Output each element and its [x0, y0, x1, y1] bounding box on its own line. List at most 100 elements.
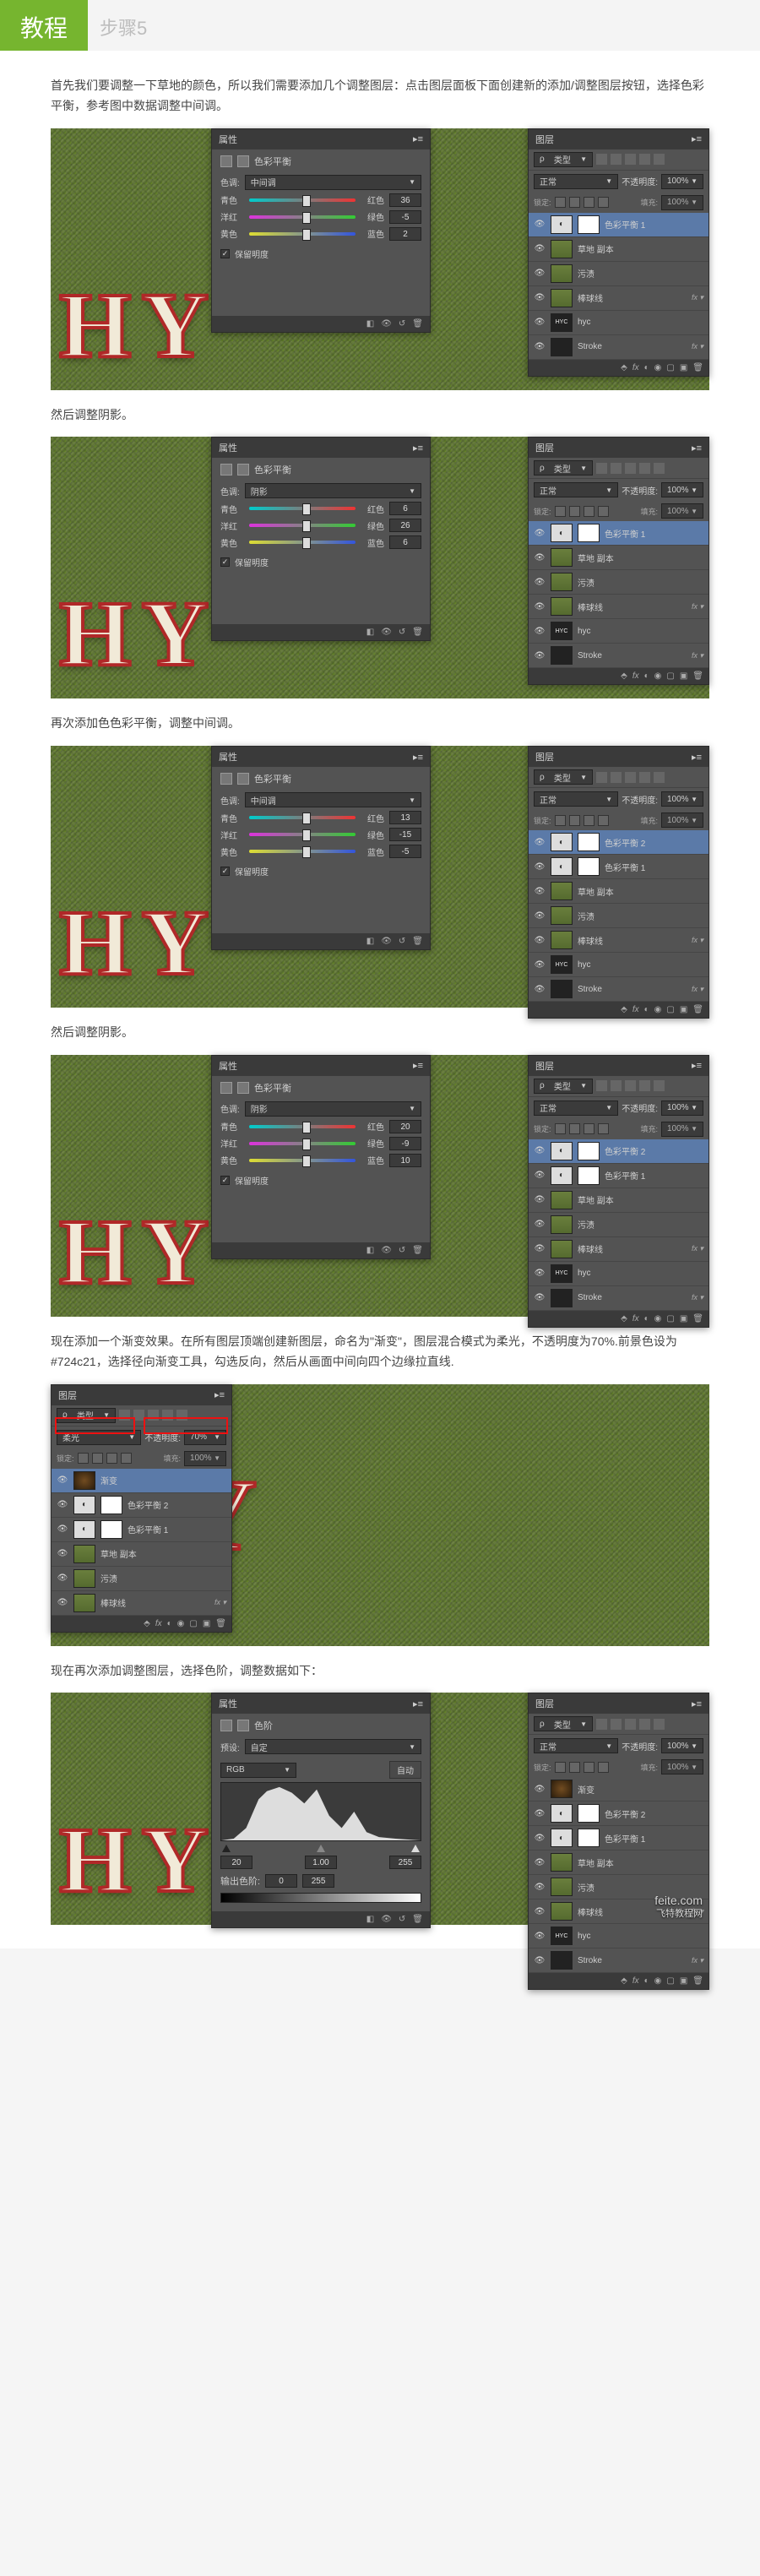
new-layer-icon[interactable]: ▣: [680, 363, 687, 372]
clip-icon[interactable]: ◧: [366, 319, 374, 329]
folder-icon[interactable]: ▢: [666, 363, 674, 372]
layer-item[interactable]: 👁草地 副本: [529, 879, 708, 904]
fx-icon[interactable]: fx: [632, 1314, 639, 1323]
value-yellow-blue[interactable]: 2: [389, 227, 421, 241]
clip-icon[interactable]: ◧: [366, 937, 374, 946]
folder-icon[interactable]: ▢: [666, 671, 674, 681]
yellow-blue-slider[interactable]: [249, 541, 356, 544]
trash-icon[interactable]: 🗑: [692, 363, 703, 372]
visibility-icon[interactable]: 👁: [57, 1500, 68, 1510]
filter-type-icon[interactable]: [625, 154, 636, 165]
new-layer-icon[interactable]: ▣: [680, 1005, 687, 1014]
blend-mode-dropdown[interactable]: 正常▼: [534, 1738, 618, 1753]
mask-add-icon[interactable]: ◐: [644, 671, 649, 681]
layers-tab[interactable]: 图层: [535, 441, 554, 454]
visibility-icon[interactable]: 👁: [534, 910, 546, 921]
fill-input[interactable]: 100%▼: [661, 195, 703, 210]
filter-shape-icon[interactable]: [639, 772, 650, 783]
visibility-icon[interactable]: 👁: [534, 861, 546, 872]
panel-menu-icon[interactable]: ▸≡: [692, 133, 702, 144]
trash-icon[interactable]: 🗑: [412, 628, 423, 637]
filter-shape-icon[interactable]: [639, 1719, 650, 1730]
mask-add-icon[interactable]: ◐: [644, 363, 649, 372]
new-layer-icon[interactable]: ▣: [680, 1976, 687, 1986]
filter-smart-icon[interactable]: [654, 1080, 665, 1091]
trash-icon[interactable]: 🗑: [692, 671, 703, 681]
layers-tab[interactable]: 图层: [535, 1697, 554, 1710]
reset-icon[interactable]: ↺: [399, 628, 405, 637]
filter-smart-icon[interactable]: [654, 1719, 665, 1730]
visibility-icon[interactable]: 👁: [534, 1808, 546, 1818]
value-yellow-blue[interactable]: -5: [389, 845, 421, 858]
panel-menu-icon[interactable]: ▸≡: [413, 133, 423, 144]
trash-icon[interactable]: 🗑: [692, 1005, 703, 1014]
visibility-icon[interactable]: 👁: [534, 1882, 546, 1892]
layer-item[interactable]: 👁草地 副本: [52, 1542, 231, 1567]
value-magenta-green[interactable]: -5: [389, 210, 421, 224]
eye-icon[interactable]: 👁: [381, 937, 392, 946]
visibility-icon[interactable]: 👁: [534, 626, 546, 636]
visibility-icon[interactable]: 👁: [534, 577, 546, 587]
fx-icon[interactable]: fx: [155, 1619, 162, 1628]
cyan-red-slider[interactable]: [249, 816, 356, 819]
trash-icon[interactable]: 🗑: [215, 1619, 226, 1628]
fx-badge[interactable]: fx ▾: [692, 293, 703, 302]
trash-icon[interactable]: 🗑: [412, 1246, 423, 1255]
fx-icon[interactable]: fx: [632, 363, 639, 372]
new-layer-icon[interactable]: ▣: [680, 671, 687, 681]
new-layer-icon[interactable]: ▣: [680, 1314, 687, 1323]
filter-dropdown[interactable]: ρ类型▼: [534, 769, 593, 785]
yellow-blue-slider[interactable]: [249, 232, 356, 236]
eye-icon[interactable]: 👁: [381, 1915, 392, 1924]
fx-badge[interactable]: fx ▾: [692, 342, 703, 351]
panel-menu-icon[interactable]: ▸≡: [413, 1060, 423, 1071]
eye-icon[interactable]: 👁: [381, 1246, 392, 1255]
lock-pixel-icon[interactable]: [569, 1762, 580, 1773]
lock-pixel-icon[interactable]: [569, 815, 580, 826]
filter-dropdown[interactable]: ρ类型▼: [534, 460, 593, 476]
filter-pixel-icon[interactable]: [596, 463, 607, 474]
visibility-icon[interactable]: 👁: [534, 959, 546, 970]
layers-tab[interactable]: 图层: [58, 1389, 77, 1402]
layer-item[interactable]: 👁渐变: [529, 1777, 708, 1802]
blend-mode-dropdown[interactable]: 正常▼: [534, 482, 618, 497]
layer-item[interactable]: 👁◐色彩平衡 1: [529, 1164, 708, 1188]
opacity-input[interactable]: 100%▼: [661, 482, 703, 497]
lock-trans-icon[interactable]: [555, 506, 566, 517]
tone-dropdown[interactable]: 阴影▼: [245, 483, 421, 498]
eye-icon[interactable]: 👁: [381, 319, 392, 329]
blend-mode-dropdown[interactable]: 正常▼: [534, 1101, 618, 1116]
visibility-icon[interactable]: 👁: [534, 1244, 546, 1254]
black-point-slider[interactable]: [222, 1845, 231, 1852]
input-gamma[interactable]: 1.00: [305, 1856, 337, 1869]
fx-badge[interactable]: fx ▾: [692, 985, 703, 994]
yellow-blue-slider[interactable]: [249, 850, 356, 853]
opacity-input[interactable]: 100%▼: [661, 1738, 703, 1753]
tone-dropdown[interactable]: 中间调▼: [245, 792, 421, 807]
adjust-add-icon[interactable]: ◉: [654, 1314, 662, 1323]
filter-adj-icon[interactable]: [611, 463, 622, 474]
layer-item[interactable]: 👁污渍: [529, 262, 708, 286]
lock-pos-icon[interactable]: [584, 197, 594, 208]
layer-item[interactable]: 👁草地 副本: [529, 237, 708, 262]
fx-badge[interactable]: fx ▾: [692, 1956, 703, 1965]
lock-pos-icon[interactable]: [584, 1762, 594, 1773]
layer-item[interactable]: 👁◐色彩平衡 1: [529, 1826, 708, 1850]
layer-item[interactable]: 👁◐色彩平衡 1: [529, 521, 708, 546]
layer-item[interactable]: 👁棒球线fx ▾: [529, 1237, 708, 1262]
tone-dropdown[interactable]: 阴影▼: [245, 1101, 421, 1117]
fx-badge[interactable]: fx ▾: [692, 651, 703, 660]
panel-menu-icon[interactable]: ▸≡: [692, 1060, 702, 1071]
layer-item[interactable]: 👁草地 副本: [529, 546, 708, 570]
lock-all-icon[interactable]: [598, 506, 609, 517]
input-sliders[interactable]: [220, 1845, 421, 1852]
layer-item[interactable]: 👁草地 副本: [529, 1188, 708, 1213]
layer-item[interactable]: 👁HYChyc: [529, 1924, 708, 1948]
value-cyan-red[interactable]: 13: [389, 811, 421, 824]
magenta-green-slider[interactable]: [249, 215, 356, 219]
visibility-icon[interactable]: 👁: [534, 1906, 546, 1916]
folder-icon[interactable]: ▢: [666, 1314, 674, 1323]
fill-input[interactable]: 100%▼: [184, 1451, 226, 1466]
layer-item[interactable]: 👁污渍: [529, 570, 708, 595]
magenta-green-slider[interactable]: [249, 524, 356, 527]
